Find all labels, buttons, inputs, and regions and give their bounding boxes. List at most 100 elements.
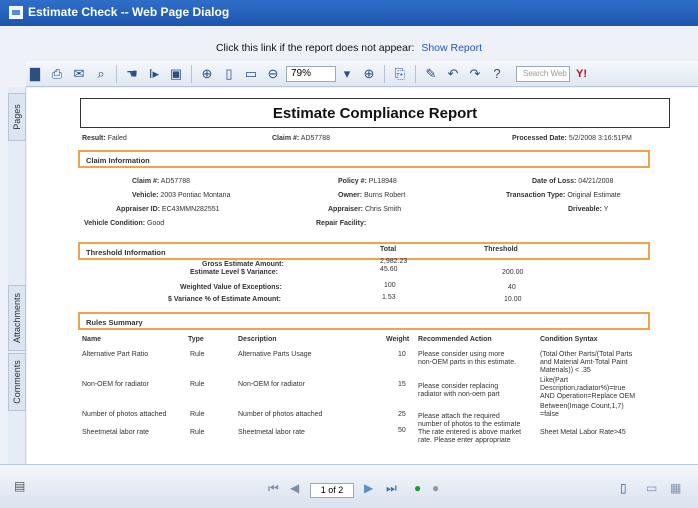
processed-date-field: Processed Date: 5/2/2008 3:16:51PM: [512, 135, 632, 142]
rule-weight: 25: [398, 411, 406, 418]
undo-icon[interactable]: ↶: [444, 65, 462, 83]
toolbar-separator: [191, 64, 192, 83]
continuous-page-icon[interactable]: ▭: [646, 481, 657, 495]
next-page-icon[interactable]: ▶: [364, 481, 373, 495]
rule-condition-line: (Total Other Parts/(Total Parts: [540, 351, 633, 358]
appraiser-field: Appraiser: Chris Smith: [328, 206, 402, 213]
tab-pages[interactable]: Pages: [8, 93, 26, 141]
threshold-row-threshold: 200.00: [502, 269, 524, 276]
rules-col-description: Description: [238, 336, 277, 343]
navigation-pane: Pages Attachments Comments: [8, 87, 26, 465]
last-page-icon[interactable]: ⏭: [386, 481, 397, 496]
rule-description: Non-OEM for radiator: [238, 381, 305, 388]
threshold-row-threshold: 10.00: [504, 296, 522, 303]
rule-action-line: non-OEM parts in this estimate.: [418, 359, 517, 366]
rule-type: Rule: [190, 429, 205, 436]
rule-description: Alternative Parts Usage: [238, 351, 312, 358]
window-app-icon: [9, 6, 23, 19]
rule-condition-line: AND Operation=Replace OEM: [540, 393, 636, 400]
rule-condition-line: =false: [540, 411, 559, 418]
snapshot-icon[interactable]: ▣: [167, 65, 185, 83]
report-notice: Click this link if the report does not a…: [0, 42, 698, 54]
rule-description: Number of photos attached: [238, 411, 323, 418]
show-report-link[interactable]: Show Report: [421, 42, 482, 54]
page-number-input[interactable]: 1 of 2: [310, 483, 354, 498]
page-layout-icon[interactable]: ▤: [14, 479, 25, 493]
transaction-type-field: Transaction Type: Original Estimate: [506, 192, 621, 199]
save-icon[interactable]: ▇: [26, 65, 44, 83]
rule-condition-line: Materials)) < .35: [540, 367, 591, 374]
rule-action-line: Please consider using more: [418, 351, 505, 358]
rule-name: Sheetmetal labor rate: [82, 429, 149, 436]
facing-pages-icon[interactable]: ▦: [670, 481, 681, 495]
threshold-row-label: Gross Estimate Amount:: [202, 261, 284, 268]
zoom-tool-icon[interactable]: ⊕: [198, 65, 216, 83]
claim-number-field: Claim #: AD57788: [132, 178, 190, 185]
toolbar-separator: [384, 64, 385, 83]
page-navigation-bar: ▤ ⏮ ◀ 1 of 2 ▶ ⏭ ● ● ▯ ▭ ▦: [0, 464, 698, 508]
rule-condition-line: Sheet Metal Labor Rate>45: [540, 429, 626, 436]
redo-icon[interactable]: ↷: [466, 65, 484, 83]
previous-view-icon[interactable]: ●: [414, 481, 421, 495]
rule-action-line: number of photos to the estimate: [418, 421, 521, 428]
tab-comments[interactable]: Comments: [8, 353, 26, 411]
date-of-loss-field: Date of Loss: 04/21/2008: [532, 178, 614, 185]
driveable-field: Driveable: Y: [568, 206, 609, 213]
rule-name: Alternative Part Ratio: [82, 351, 149, 358]
window-title-bar: Estimate Check -- Web Page Dialog: [0, 0, 698, 26]
rule-name: Non-OEM for radiator: [82, 381, 149, 388]
zoom-in-icon[interactable]: ⊕: [360, 65, 378, 83]
appraiser-id-field: Appraiser ID: EC43MMN282551: [116, 206, 220, 213]
claim-field: Claim #: AD57788: [272, 135, 330, 142]
rule-action-line: Please attach the required: [418, 413, 500, 420]
rule-action-line: radiator with non-oem part: [418, 391, 500, 398]
first-page-icon[interactable]: ⏮: [268, 481, 279, 496]
notice-text: Click this link if the report does not a…: [215, 42, 415, 54]
threshold-row-label: Estimate Level $ Variance:: [190, 269, 278, 276]
rule-description: Sheetmetal labor rate: [238, 429, 305, 436]
claim-information-header: Claim Information: [78, 150, 650, 168]
rule-action-line: The rate entered is above market: [418, 429, 522, 436]
window-title: Estimate Check -- Web Page Dialog: [28, 5, 230, 19]
rule-condition-line: and Material Amt-Total Paint: [540, 359, 628, 366]
rules-summary-header: Rules Summary: [78, 312, 650, 330]
result-field: Result: Failed: [82, 135, 127, 142]
vehicle-field: Vehicle: 2003 Pontiac Montana: [132, 192, 231, 199]
threshold-row-label: $ Variance % of Estimate Amount:: [168, 296, 281, 303]
threshold-row-total: 100: [384, 282, 396, 289]
report-title: Estimate Compliance Report: [80, 98, 670, 128]
hand-tool-icon[interactable]: ☚: [123, 65, 141, 83]
rules-col-type: Type: [188, 336, 204, 343]
fit-page-icon[interactable]: ▯: [220, 65, 238, 83]
threshold-row-label: Weighted Value of Exceptions:: [180, 284, 282, 291]
viewer-toolbar: ▇ ⎙ ✉ ⌕ ☚ I▸ ▣ ⊕ ▯ ▭ ⊖ ▾ ⊕ ⎘ ✎ ↶ ↷ ? Sea…: [26, 61, 698, 87]
tab-attachments[interactable]: Attachments: [8, 285, 26, 351]
email-icon[interactable]: ✉: [70, 65, 88, 83]
single-page-icon[interactable]: ▯: [620, 481, 627, 495]
owner-field: Owner: Burns Robert: [338, 192, 406, 199]
toolbar-separator: [116, 64, 117, 83]
zoom-level-input[interactable]: [286, 65, 336, 82]
rule-weight: 50: [398, 427, 406, 434]
zoom-out-icon[interactable]: ⊖: [264, 65, 282, 83]
rule-type: Rule: [190, 381, 205, 388]
sign-icon[interactable]: ✎: [422, 65, 440, 83]
threshold-row-total: 2,982.23: [380, 258, 408, 265]
threshold-row-total: 45.60: [380, 266, 398, 273]
rule-weight: 15: [398, 381, 406, 388]
rule-type: Rule: [190, 411, 205, 418]
yahoo-icon[interactable]: Y!: [576, 68, 587, 80]
fit-width-icon[interactable]: ▭: [242, 65, 260, 83]
pages-menu-icon[interactable]: ⎘: [391, 65, 409, 83]
help-icon[interactable]: ?: [488, 65, 506, 83]
next-view-icon[interactable]: ●: [432, 481, 439, 495]
find-icon[interactable]: ⌕: [92, 65, 110, 83]
policy-field: Policy #: PL18948: [338, 178, 397, 185]
select-text-icon[interactable]: I▸: [145, 65, 163, 83]
rule-condition-line: Like(Part: [540, 377, 569, 384]
zoom-dropdown-icon[interactable]: ▾: [338, 65, 356, 83]
previous-page-icon[interactable]: ◀: [290, 481, 299, 495]
search-web-input[interactable]: Search Web: [516, 65, 570, 82]
rule-condition-line: Between(Image Count,1,7): [540, 403, 624, 410]
print-icon[interactable]: ⎙: [48, 65, 66, 83]
